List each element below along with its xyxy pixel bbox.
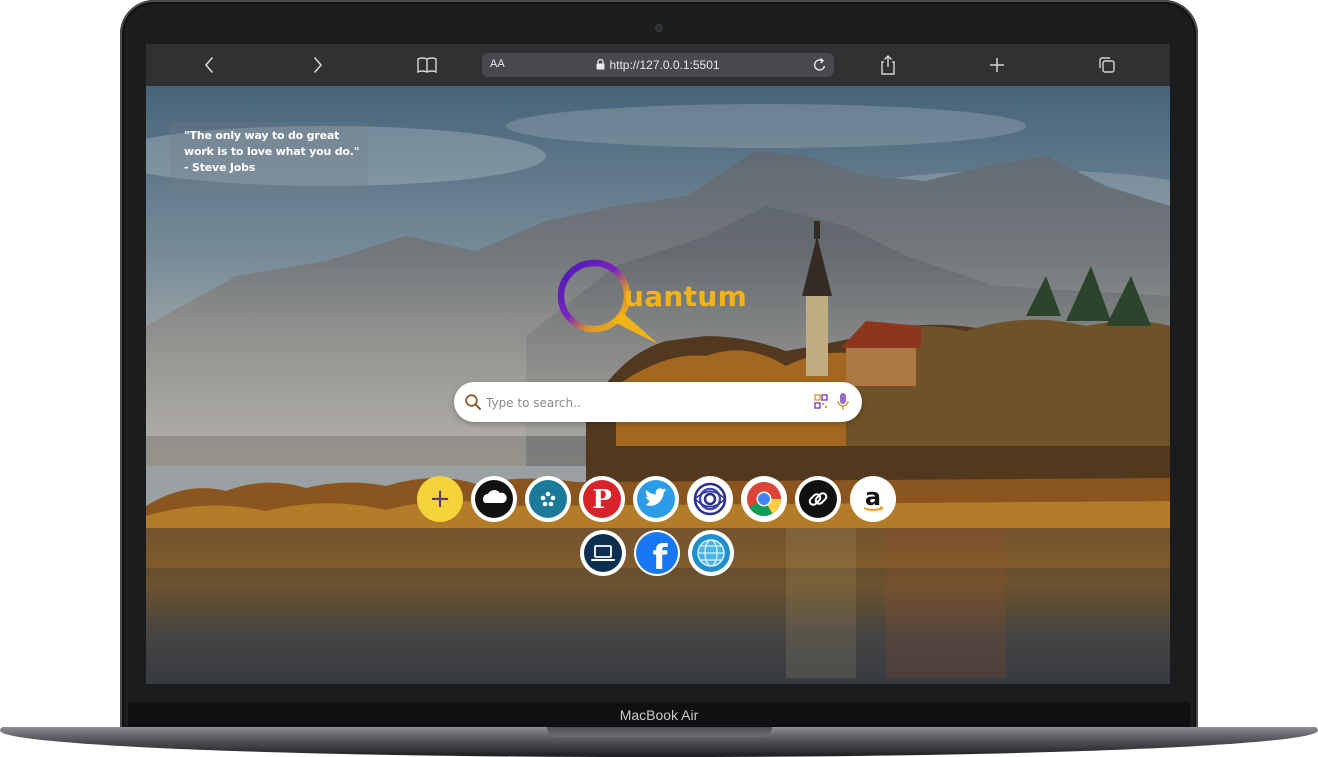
plus-icon: + bbox=[429, 484, 451, 514]
lock-icon bbox=[596, 58, 605, 73]
share-icon[interactable] bbox=[875, 52, 901, 78]
new-tab-page: "The only way to do great work is to lov… bbox=[146, 86, 1170, 684]
logo-wordmark: uantum bbox=[624, 280, 748, 313]
amazon-shortcut[interactable]: a bbox=[850, 476, 896, 522]
search-icon bbox=[464, 393, 482, 416]
chrome-shortcut[interactable] bbox=[741, 476, 787, 522]
globe-shortcut[interactable] bbox=[688, 530, 734, 576]
facebook-shortcut[interactable]: f bbox=[634, 530, 680, 576]
globe-icon bbox=[692, 534, 730, 572]
laptop-hinge-notch bbox=[547, 727, 772, 737]
quote-widget: "The only way to do great work is to lov… bbox=[170, 122, 368, 192]
spiral-app-shortcut[interactable] bbox=[687, 476, 733, 522]
tabs-icon[interactable] bbox=[1094, 52, 1120, 78]
chrome-icon bbox=[747, 482, 781, 516]
search-input[interactable] bbox=[484, 392, 778, 414]
svg-text:f: f bbox=[653, 538, 669, 575]
pinterest-icon: P bbox=[583, 480, 621, 518]
search-box[interactable] bbox=[454, 382, 862, 422]
pinterest-shortcut[interactable]: P bbox=[579, 476, 625, 522]
cloud-icon bbox=[475, 480, 513, 518]
link-icon bbox=[799, 480, 837, 518]
svg-text:a: a bbox=[865, 483, 881, 511]
flower-app-shortcut[interactable] bbox=[525, 476, 571, 522]
new-tab-icon[interactable] bbox=[984, 52, 1010, 78]
link-shortcut[interactable] bbox=[795, 476, 841, 522]
quote-text: "The only way to do great work is to lov… bbox=[184, 129, 360, 174]
url-text: http://127.0.0.1:5501 bbox=[609, 58, 720, 72]
device-model-label: MacBook Air bbox=[619, 707, 699, 723]
twitter-bird-icon bbox=[637, 480, 675, 518]
microphone-icon[interactable] bbox=[836, 392, 850, 417]
bookmarks-icon[interactable] bbox=[414, 52, 440, 78]
browser-screen: AA http://127.0.0.1:5501 "The only way t… bbox=[146, 44, 1170, 684]
back-icon[interactable] bbox=[196, 52, 222, 78]
flower-icon bbox=[529, 480, 567, 518]
facebook-icon: f bbox=[636, 532, 678, 575]
qr-code-icon[interactable] bbox=[814, 394, 828, 415]
cloud-shortcut[interactable] bbox=[471, 476, 517, 522]
spiral-icon bbox=[691, 480, 729, 518]
amazon-icon: a bbox=[854, 480, 892, 518]
laptop-shortcut[interactable] bbox=[580, 530, 626, 576]
address-bar[interactable]: AA http://127.0.0.1:5501 bbox=[482, 53, 834, 77]
browser-toolbar: AA http://127.0.0.1:5501 bbox=[146, 44, 1170, 86]
svg-text:P: P bbox=[592, 485, 612, 515]
camera-icon bbox=[655, 24, 663, 32]
twitter-shortcut[interactable] bbox=[633, 476, 679, 522]
forward-icon[interactable] bbox=[305, 52, 331, 78]
add-shortcut-button[interactable]: + bbox=[417, 476, 463, 522]
reload-icon[interactable] bbox=[812, 56, 828, 79]
laptop-icon bbox=[584, 534, 622, 572]
